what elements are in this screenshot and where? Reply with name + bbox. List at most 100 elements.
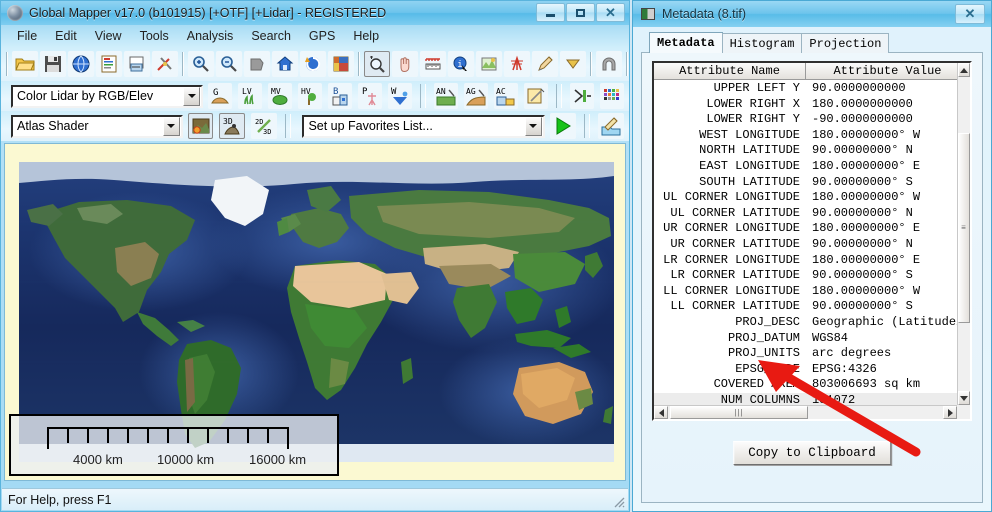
menu-analysis[interactable]: Analysis <box>179 27 242 45</box>
table-row[interactable]: EPSG_CODE EPSG:4326 <box>654 362 957 378</box>
scroll-left-icon[interactable] <box>654 406 668 419</box>
lidar-draw-mode-combo[interactable]: Color Lidar by RGB/Elev <box>11 84 204 108</box>
table-row[interactable]: LR CORNER LATITUDE 90.00000000° S <box>654 268 957 284</box>
table-row[interactable]: LR CORNER LONGITUDE 180.00000000° E <box>654 253 957 269</box>
scroll-down-icon[interactable] <box>958 391 970 405</box>
lidar-noise-AN-icon[interactable]: AN <box>434 83 459 109</box>
lidar-med-veg-MV-icon[interactable]: MV <box>268 83 293 109</box>
table-row[interactable]: PROJ_UNITS arc degrees <box>654 346 957 362</box>
metadata-vertical-scrollbar[interactable]: ≡ <box>957 63 970 405</box>
table-row[interactable]: UL CORNER LATITUDE 90.00000000° N <box>654 206 957 222</box>
maximize-button[interactable] <box>566 3 595 22</box>
table-row[interactable]: UL CORNER LONGITUDE 180.00000000° W <box>654 190 957 206</box>
shader-options-icon[interactable] <box>187 113 214 139</box>
table-row[interactable]: PROJ_DATUM WGS84 <box>654 331 957 347</box>
feature-info-icon[interactable]: i <box>448 51 474 77</box>
chevron-down-icon[interactable] <box>183 86 201 106</box>
copy-to-clipboard-button[interactable]: Copy to Clipboard <box>733 441 891 465</box>
menu-gps[interactable]: GPS <box>301 27 343 45</box>
view-shed-icon[interactable] <box>504 51 530 77</box>
cell-attribute-name: LOWER RIGHT X <box>706 96 800 111</box>
resize-grip-icon[interactable] <box>611 494 625 508</box>
globe-online-icon[interactable] <box>68 51 94 77</box>
menu-view[interactable]: View <box>87 27 130 45</box>
table-row[interactable]: UR CORNER LATITUDE 90.00000000° N <box>654 237 957 253</box>
lidar-water-W-icon[interactable]: W <box>388 83 413 109</box>
tab-projection[interactable]: Projection <box>801 33 890 53</box>
zoom-tool-icon[interactable] <box>364 51 390 77</box>
table-row[interactable]: NORTH LATITUDE 90.00000000° N <box>654 143 957 159</box>
zoom-to-layer-icon[interactable] <box>244 51 270 77</box>
table-row[interactable]: LL CORNER LONGITUDE 180.00000000° W <box>654 284 957 300</box>
menu-edit[interactable]: Edit <box>47 27 85 45</box>
pan-hand-icon[interactable] <box>392 51 418 77</box>
lidar-low-veg-LV-icon[interactable]: LV <box>238 83 263 109</box>
table-row[interactable]: WEST LONGITUDE 180.00000000° W <box>654 128 957 144</box>
scroll-up-icon[interactable] <box>958 63 970 77</box>
lidar-toolbar-row: Color Lidar by RGB/Elev G LV MV HV B P W… <box>1 81 629 111</box>
metadata-grid[interactable]: Attribute Name Attribute Value UPPER LEF… <box>652 61 972 421</box>
layout-icon[interactable] <box>328 51 354 77</box>
print-icon[interactable] <box>124 51 150 77</box>
table-row[interactable]: LOWER RIGHT X 180.0000000000 <box>654 97 957 113</box>
shader-combo[interactable]: Atlas Shader <box>11 114 183 138</box>
table-row[interactable]: LOWER RIGHT Y -90.0000000000 <box>654 112 957 128</box>
lidar-filter-icon[interactable] <box>570 83 595 109</box>
lidar-edit-icon[interactable] <box>524 83 549 109</box>
zoom-out-icon[interactable] <box>216 51 242 77</box>
minimize-button[interactable] <box>536 3 565 22</box>
lidar-ground-G-icon[interactable]: G <box>208 83 233 109</box>
svg-text:W: W <box>391 87 397 97</box>
save-icon[interactable] <box>40 51 66 77</box>
menu-help[interactable]: Help <box>345 27 387 45</box>
tools-icon[interactable] <box>152 51 178 77</box>
table-row[interactable]: UR CORNER LONGITUDE 180.00000000° E <box>654 221 957 237</box>
metadata-close-button[interactable]: ✕ <box>955 4 985 24</box>
vertical-scroll-thumb[interactable]: ≡ <box>958 133 970 323</box>
column-header-attribute-name[interactable]: Attribute Name <box>654 63 806 79</box>
chevron-down-icon[interactable] <box>162 116 180 136</box>
table-row[interactable]: COVERED AREA 803006693 sq km <box>654 377 957 393</box>
menu-file[interactable]: File <box>9 27 45 45</box>
measure-ruler-icon[interactable] <box>420 51 446 77</box>
cell-attribute-name: LL CORNER LONGITUDE <box>663 283 800 298</box>
3d-view-icon[interactable]: 3D <box>219 113 245 139</box>
lidar-high-veg-HV-icon[interactable]: HV <box>298 83 323 109</box>
column-header-attribute-value[interactable]: Attribute Value <box>806 63 970 79</box>
chevron-down-icon[interactable] <box>524 116 542 136</box>
menu-search[interactable]: Search <box>243 27 299 45</box>
2d-3d-toggle-icon[interactable]: 2D 3D <box>250 113 277 139</box>
tab-histogram[interactable]: Histogram <box>721 33 803 53</box>
metadata-horizontal-scrollbar[interactable]: ||| <box>654 405 957 419</box>
lidar-power-P-icon[interactable]: P <box>358 83 383 109</box>
tunnel-icon[interactable] <box>596 51 622 77</box>
favorites-combo[interactable]: Set up Favorites List... <box>302 114 545 138</box>
table-row[interactable]: SOUTH LATITUDE 90.00000000° S <box>654 175 957 191</box>
table-row[interactable]: EAST LONGITUDE 180.00000000° E <box>654 159 957 175</box>
home-view-icon[interactable] <box>272 51 298 77</box>
menu-tools[interactable]: Tools <box>132 27 177 45</box>
lidar-building-B-icon[interactable]: B <box>328 83 353 109</box>
close-button[interactable]: ✕ <box>596 3 625 22</box>
table-row[interactable]: NUM COLUMNS 131072 <box>654 392 957 405</box>
play-triangle-icon[interactable] <box>549 113 576 139</box>
table-row[interactable]: PROJ_DESC Geographic (Latitude/Longit <box>654 315 957 331</box>
edit-favorites-icon[interactable] <box>598 113 624 139</box>
lidar-AC-icon[interactable]: AC <box>494 83 519 109</box>
open-folder-icon[interactable] <box>12 51 38 77</box>
path-profile-icon[interactable] <box>476 51 502 77</box>
redraw-icon[interactable] <box>300 51 326 77</box>
svg-text:AN: AN <box>436 87 446 96</box>
table-row[interactable]: LL CORNER LATITUDE 90.00000000° S <box>654 299 957 315</box>
table-row[interactable]: UPPER LEFT Y 90.0000000000 <box>654 81 957 97</box>
tab-metadata[interactable]: Metadata <box>649 32 723 53</box>
digitizer-pencil-icon[interactable] <box>532 51 558 77</box>
lidar-AG-icon[interactable]: AG <box>464 83 489 109</box>
map-view[interactable]: 4000 km 10000 km 16000 km <box>4 143 626 481</box>
scroll-right-icon[interactable] <box>943 406 957 419</box>
lidar-palette-icon[interactable] <box>600 83 625 109</box>
coverage-icon[interactable] <box>560 51 586 77</box>
open-data-file-icon[interactable] <box>96 51 122 77</box>
zoom-in-icon[interactable] <box>188 51 214 77</box>
horizontal-scroll-thumb[interactable]: ||| <box>670 406 808 419</box>
